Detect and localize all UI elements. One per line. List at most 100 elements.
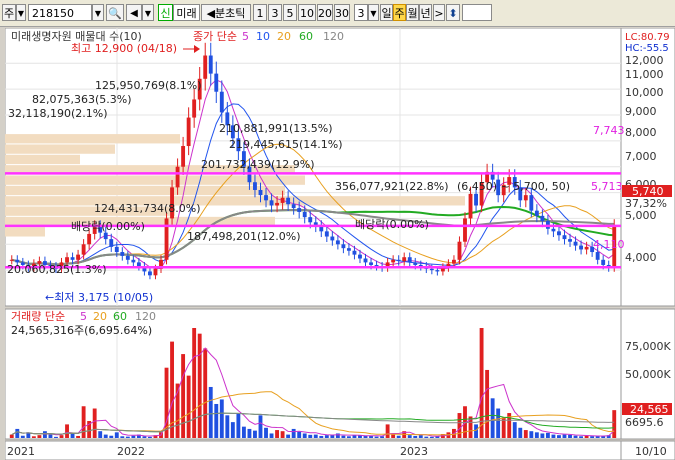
ma60-legend: 60 xyxy=(299,30,313,43)
volume-bar xyxy=(413,435,418,438)
volume-bar xyxy=(474,424,478,438)
speaker-dropdown-icon[interactable]: ▼ xyxy=(142,4,154,21)
interval-value-input[interactable]: 3 xyxy=(354,4,368,21)
volume-bar xyxy=(120,436,125,438)
volume-bar xyxy=(308,434,313,438)
volume-bar xyxy=(363,435,368,438)
candle-body xyxy=(125,255,130,260)
candle-body xyxy=(253,182,257,190)
volume-bar xyxy=(286,434,291,438)
x-axis-area xyxy=(5,440,622,460)
volume-bar xyxy=(20,435,25,438)
volume-bar xyxy=(241,426,246,438)
y-tick-11000: 11,000 xyxy=(625,68,664,81)
candle-body xyxy=(324,231,329,237)
y-tick-10000: 10,000 xyxy=(625,86,664,99)
volume-bar xyxy=(48,434,53,438)
candle-body xyxy=(573,241,578,246)
ma10-legend: 10 xyxy=(256,30,270,43)
y-tick-4000: 4,000 xyxy=(625,251,657,264)
interval-1-button[interactable]: 1 xyxy=(253,4,267,21)
volume-bar xyxy=(380,436,385,438)
ma20-legend: 20 xyxy=(277,30,291,43)
day-tab[interactable]: 일 xyxy=(380,4,393,21)
volume-bar xyxy=(584,435,589,438)
volume-bar xyxy=(346,436,351,438)
market-select[interactable]: 주 xyxy=(2,4,16,21)
volume-bar xyxy=(573,435,578,438)
interval-20-button[interactable]: 20 xyxy=(317,4,333,21)
volume-bar xyxy=(385,424,390,438)
candle-body xyxy=(203,55,208,79)
volume-bar xyxy=(31,436,36,438)
volume-bar xyxy=(523,430,528,438)
volume-bar xyxy=(54,436,58,438)
interval-3-button[interactable]: 3 xyxy=(268,4,282,21)
volume-bar xyxy=(424,436,429,438)
x-tick-2022: 2022 xyxy=(117,445,145,458)
profile-label-5: 219,445,615(14.1%) xyxy=(229,138,343,151)
month-tab[interactable]: 월 xyxy=(406,4,419,21)
candle-body xyxy=(114,246,119,253)
stock-code-input[interactable]: 218150 xyxy=(28,4,92,21)
candle-body xyxy=(435,270,440,272)
volume-bar xyxy=(197,333,202,438)
volume-bar xyxy=(529,431,534,438)
market-dropdown-icon[interactable]: ▼ xyxy=(16,4,26,21)
dividend-label-2: 배당락(0.00%) xyxy=(355,218,429,231)
profile-label-7: 356,077,921(22.8%) xyxy=(335,180,449,193)
candle-body xyxy=(562,235,567,240)
interval-5-button[interactable]: 5 xyxy=(283,4,297,21)
candle-body xyxy=(584,246,589,250)
candle-body xyxy=(330,236,335,241)
vol-ratio-label: 6695.6 xyxy=(625,416,664,429)
ma120-legend: 120 xyxy=(323,30,344,43)
updown-arrow-icon[interactable]: ⬍ xyxy=(446,4,460,21)
candle-body xyxy=(363,258,368,263)
volume-bar xyxy=(275,430,280,438)
range-label: (6,450) ~ 5,700, 50) xyxy=(457,180,570,193)
interval-10-button[interactable]: 10 xyxy=(298,4,316,21)
volume-bar xyxy=(214,403,219,438)
candle-body xyxy=(258,189,263,196)
volume-bar xyxy=(186,375,191,438)
candle-body xyxy=(103,232,108,240)
candle-body xyxy=(120,252,125,256)
candle-body xyxy=(579,245,584,250)
volume-bar xyxy=(358,435,362,438)
candle-body xyxy=(474,193,478,206)
candle-body xyxy=(175,166,180,188)
volume-bar xyxy=(496,408,501,438)
ma5-legend: 5 xyxy=(242,30,249,43)
date-label: 10/10 xyxy=(635,445,667,458)
interval-dropdown-icon[interactable]: ▼ xyxy=(368,4,379,21)
week-tab[interactable]: 주 xyxy=(393,4,406,21)
toolbar-blank-input[interactable] xyxy=(462,4,492,21)
interval-30-button[interactable]: 30 xyxy=(334,4,350,21)
candle-body xyxy=(214,73,219,92)
high-label: 최고 12,900 (04/18) xyxy=(71,42,177,55)
x-tick-2021: 2021 xyxy=(7,445,35,458)
low-marker-label: 4,110 xyxy=(593,238,625,251)
speaker-icon[interactable]: ◀ xyxy=(126,4,142,21)
volume-bar xyxy=(114,432,119,438)
code-dropdown-icon[interactable]: ▼ xyxy=(92,4,104,21)
broker-label[interactable]: 미래 xyxy=(173,4,200,21)
profile-label-3: 32,118,190(2.1%) xyxy=(8,107,108,120)
candle-body xyxy=(540,215,545,222)
tick-minute-button[interactable]: ◀분초틱 xyxy=(201,4,251,21)
year-tab[interactable]: 년 xyxy=(419,4,432,21)
new-label[interactable]: 신 xyxy=(158,4,173,21)
y-tick-12000: 12,000 xyxy=(625,54,664,67)
search-icon[interactable]: 🔍 xyxy=(106,4,124,21)
candle-body xyxy=(402,257,407,262)
volume-bar xyxy=(335,433,340,438)
volume-bar xyxy=(203,348,208,438)
vol-tick-75000: 75,000K xyxy=(625,340,671,353)
volume-bar xyxy=(418,435,423,438)
volume-bar xyxy=(103,434,108,438)
next-button[interactable]: > xyxy=(433,4,445,21)
volume-bar xyxy=(81,406,86,438)
volume-bar xyxy=(562,434,567,438)
volume-bar xyxy=(264,427,268,438)
